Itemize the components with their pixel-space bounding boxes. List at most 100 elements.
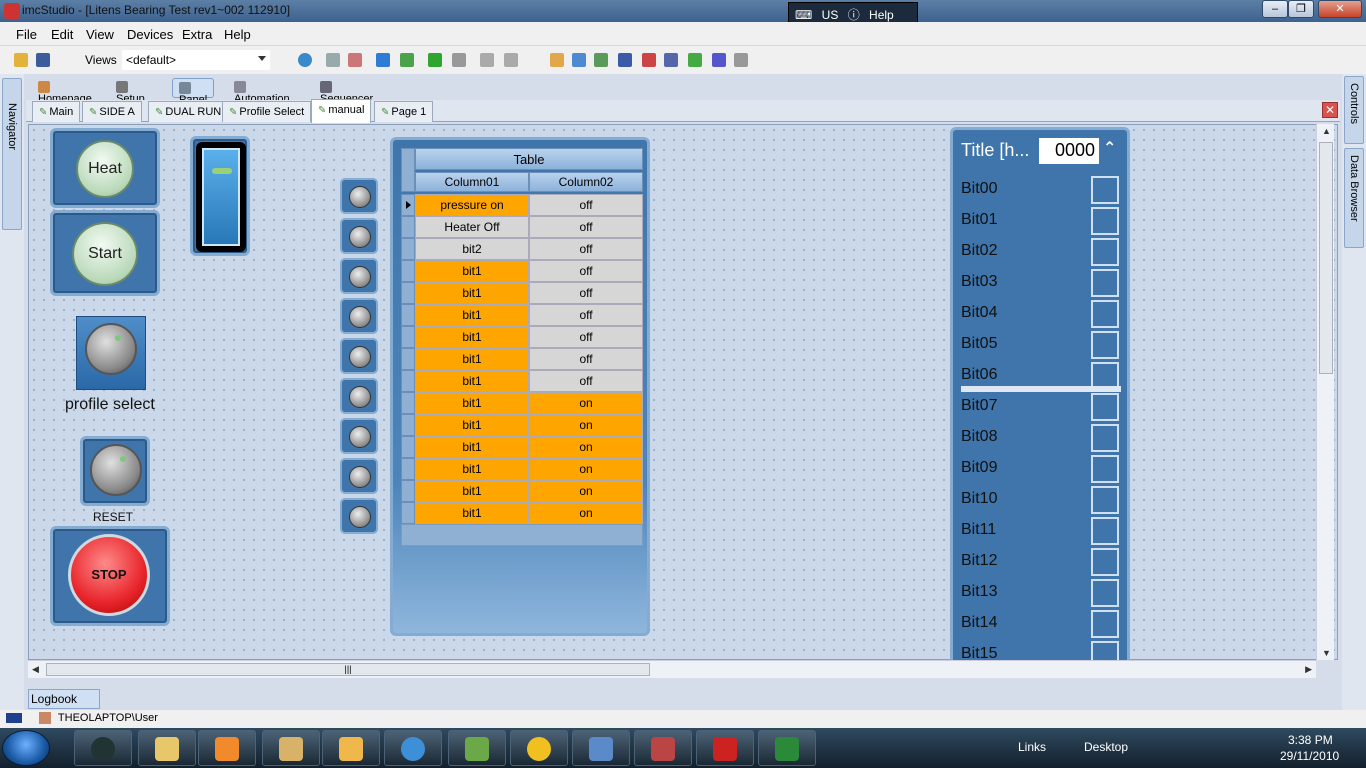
menu-view[interactable]: View bbox=[86, 27, 114, 42]
row-header[interactable] bbox=[401, 216, 415, 238]
table-row[interactable]: bit2 off bbox=[401, 238, 643, 260]
reset-knob[interactable] bbox=[90, 444, 142, 496]
small-knob[interactable] bbox=[340, 258, 378, 294]
column-header-1[interactable]: Column01 bbox=[415, 172, 529, 192]
open-folder-icon[interactable] bbox=[14, 53, 28, 67]
bit-indicator[interactable] bbox=[1091, 486, 1119, 514]
table-cell[interactable]: off bbox=[529, 238, 643, 260]
check-icon[interactable] bbox=[376, 53, 390, 67]
ptab-page-1[interactable]: ✎ Page 1 bbox=[374, 101, 434, 122]
row-header[interactable] bbox=[401, 282, 415, 304]
table-row[interactable]: pressure on off bbox=[401, 194, 643, 216]
table-cell[interactable]: on bbox=[529, 392, 643, 414]
start-button[interactable]: Start bbox=[72, 222, 138, 286]
table-cell[interactable]: Heater Off bbox=[415, 216, 529, 238]
bit-indicator[interactable] bbox=[1091, 610, 1119, 638]
small-knob[interactable] bbox=[340, 378, 378, 414]
task-media[interactable] bbox=[198, 730, 256, 766]
trash-icon[interactable] bbox=[734, 53, 748, 67]
views-select[interactable]: <default> bbox=[122, 50, 270, 70]
config-icon[interactable] bbox=[348, 53, 362, 67]
column-header-2[interactable]: Column02 bbox=[529, 172, 643, 192]
heat-button[interactable]: Heat bbox=[76, 140, 134, 198]
table-row[interactable]: bit1 off bbox=[401, 260, 643, 282]
navigator-tab[interactable]: Navigator bbox=[2, 78, 22, 230]
vertical-scrollbar[interactable]: ▲ ▼ bbox=[1316, 124, 1334, 660]
start-button[interactable] bbox=[2, 730, 50, 766]
table-cell[interactable]: on bbox=[529, 414, 643, 436]
table-cell[interactable]: bit1 bbox=[415, 282, 529, 304]
row-header[interactable] bbox=[401, 304, 415, 326]
row-header[interactable] bbox=[401, 194, 415, 216]
bit-indicator[interactable] bbox=[1091, 331, 1119, 359]
table-cell[interactable]: bit1 bbox=[415, 436, 529, 458]
scroll-thumb[interactable] bbox=[1319, 142, 1333, 374]
bit-indicator[interactable] bbox=[1091, 176, 1119, 204]
window-icon[interactable] bbox=[572, 53, 586, 67]
table-cell[interactable]: bit1 bbox=[415, 414, 529, 436]
search-icon[interactable] bbox=[298, 53, 312, 67]
menu-file[interactable]: File bbox=[16, 27, 37, 42]
menu-edit[interactable]: Edit bbox=[51, 27, 73, 42]
small-knob[interactable] bbox=[340, 178, 378, 214]
horizontal-scrollbar[interactable]: ◀ ||| ▶ bbox=[28, 660, 1316, 678]
table-row[interactable]: bit1 off bbox=[401, 348, 643, 370]
bit-indicator[interactable] bbox=[1091, 207, 1119, 235]
profile-select-knob[interactable] bbox=[85, 323, 137, 375]
bit-indicator[interactable] bbox=[1091, 455, 1119, 483]
row-header[interactable] bbox=[401, 392, 415, 414]
ptab-dual-run[interactable]: ✎ DUAL RUN bbox=[148, 101, 229, 122]
task-app[interactable] bbox=[262, 730, 320, 766]
table-cell[interactable]: off bbox=[529, 370, 643, 392]
ptab-manual[interactable]: ✎ manual bbox=[311, 99, 372, 123]
table-row[interactable]: bit1 on bbox=[401, 436, 643, 458]
table-cell[interactable]: off bbox=[529, 326, 643, 348]
bit-indicator[interactable] bbox=[1091, 238, 1119, 266]
task-sync[interactable] bbox=[510, 730, 568, 766]
table-cell[interactable]: on bbox=[529, 480, 643, 502]
bit-indicator[interactable] bbox=[1091, 300, 1119, 328]
ptab-side-a[interactable]: ✎ SIDE A bbox=[82, 101, 142, 122]
table-new-row[interactable] bbox=[401, 524, 643, 546]
tab-automation[interactable]: Automation bbox=[228, 78, 296, 105]
menu-devices[interactable]: Devices bbox=[127, 27, 173, 42]
maximize-button[interactable]: ❐ bbox=[1288, 0, 1314, 18]
table-cell[interactable]: on bbox=[529, 436, 643, 458]
scroll-up-icon[interactable]: ▲ bbox=[1322, 126, 1331, 136]
table-cell[interactable]: off bbox=[529, 260, 643, 282]
play-icon[interactable] bbox=[428, 53, 442, 67]
small-knob[interactable] bbox=[340, 298, 378, 334]
bit-indicator[interactable] bbox=[1091, 393, 1119, 421]
table-row[interactable]: bit1 off bbox=[401, 304, 643, 326]
scroll-left-icon[interactable]: ◀ bbox=[32, 664, 39, 675]
row-header[interactable] bbox=[401, 436, 415, 458]
tab-homepage[interactable]: Homepage bbox=[32, 78, 98, 105]
table-cell[interactable]: bit2 bbox=[415, 238, 529, 260]
scroll-right-icon[interactable]: ▶ bbox=[1305, 664, 1312, 675]
tab-panel[interactable]: Panel bbox=[172, 78, 215, 106]
task-messenger[interactable] bbox=[448, 730, 506, 766]
table-cell[interactable]: bit1 bbox=[415, 502, 529, 524]
table-row[interactable]: bit1 on bbox=[401, 458, 643, 480]
task-ie[interactable] bbox=[384, 730, 442, 766]
table-cell[interactable]: on bbox=[529, 458, 643, 480]
bit-indicator[interactable] bbox=[1091, 269, 1119, 297]
grid-icon[interactable] bbox=[664, 53, 678, 67]
image-icon[interactable] bbox=[688, 53, 702, 67]
table-row[interactable]: bit1 on bbox=[401, 392, 643, 414]
bit-indicator[interactable] bbox=[1091, 548, 1119, 576]
task-acrobat[interactable] bbox=[696, 730, 754, 766]
bit-indicator[interactable] bbox=[1091, 579, 1119, 607]
table-cell[interactable]: pressure on bbox=[415, 194, 529, 216]
clock-time[interactable]: 3:38 PM bbox=[1288, 733, 1333, 747]
task-control-panel[interactable] bbox=[572, 730, 630, 766]
table-cell[interactable]: bit1 bbox=[415, 348, 529, 370]
table-cell[interactable]: off bbox=[529, 216, 643, 238]
table-row[interactable]: Heater Off off bbox=[401, 216, 643, 238]
device-icon[interactable] bbox=[326, 53, 340, 67]
table-cell[interactable]: bit1 bbox=[415, 392, 529, 414]
data-browser-tab[interactable]: Data Browser bbox=[1344, 148, 1364, 248]
logbook-tab[interactable]: Logbook bbox=[28, 689, 100, 709]
controls-tab[interactable]: Controls bbox=[1344, 76, 1364, 144]
small-knob[interactable] bbox=[340, 218, 378, 254]
